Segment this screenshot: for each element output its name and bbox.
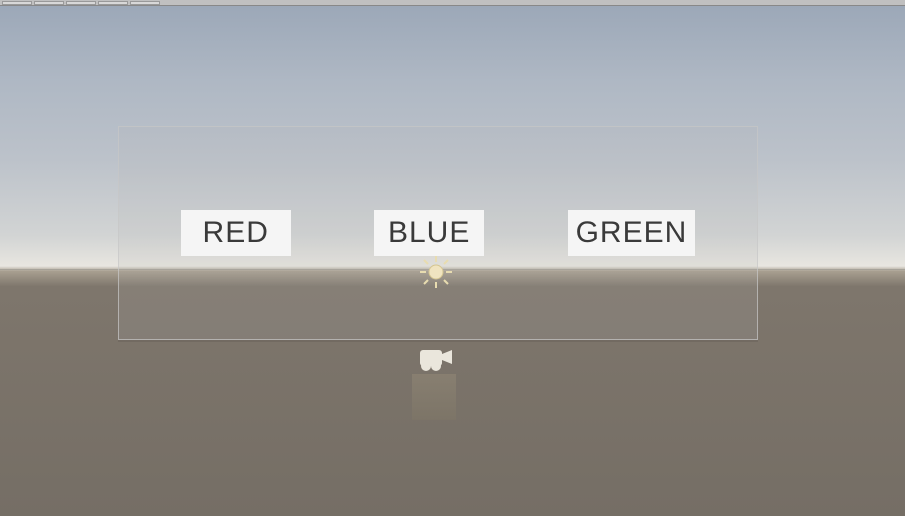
cube-object[interactable] bbox=[412, 374, 456, 420]
toolbar-button[interactable] bbox=[2, 1, 32, 5]
toolbar-button[interactable] bbox=[98, 1, 128, 5]
ui-canvas[interactable]: RED BLUE GREEN bbox=[118, 126, 758, 340]
camera-icon[interactable] bbox=[416, 342, 454, 372]
toolbar-button[interactable] bbox=[66, 1, 96, 5]
toolbar-button[interactable] bbox=[34, 1, 64, 5]
red-button[interactable]: RED bbox=[181, 210, 291, 256]
scene-viewport[interactable]: RED BLUE GREEN bbox=[0, 6, 905, 516]
toolbar-button[interactable] bbox=[130, 1, 160, 5]
canvas-outline-bottom bbox=[118, 340, 758, 342]
blue-button[interactable]: BLUE bbox=[374, 210, 484, 256]
green-button[interactable]: GREEN bbox=[568, 210, 696, 256]
